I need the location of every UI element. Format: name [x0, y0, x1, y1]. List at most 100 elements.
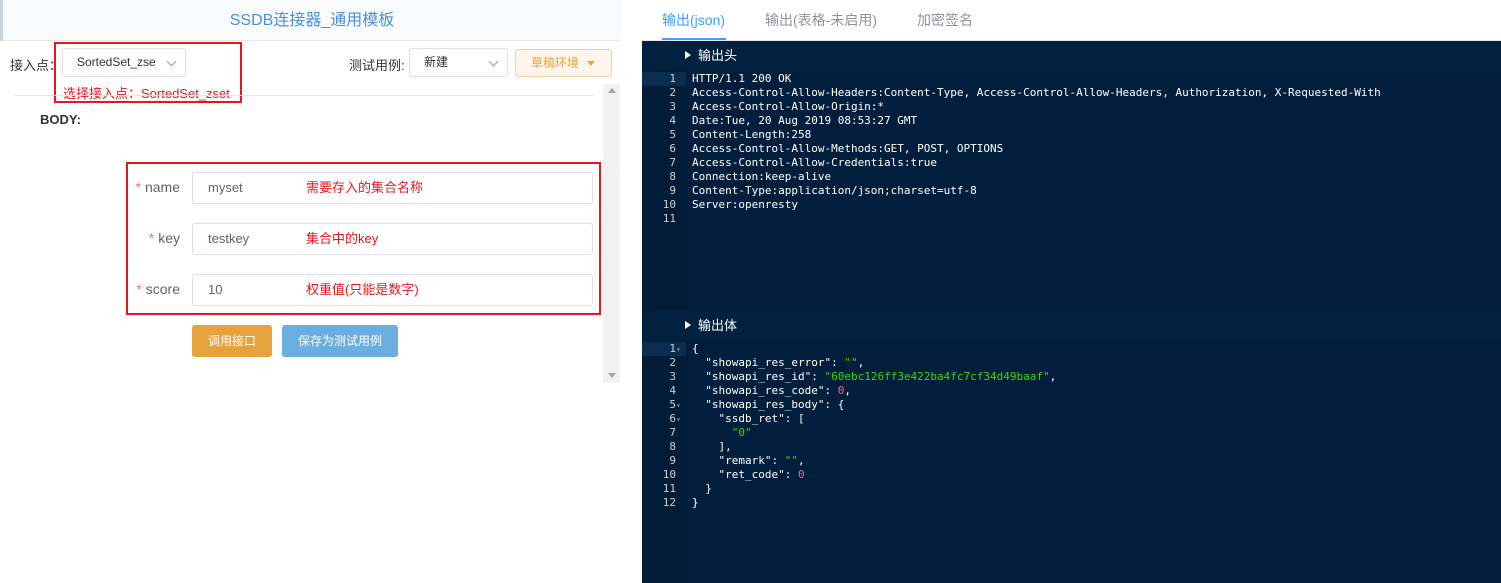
- panel-gap: [621, 0, 642, 583]
- form-highlight-box: [126, 162, 601, 315]
- code-line: 4 Date:Tue, 20 Aug 2019 08:53:27 GMT: [642, 114, 917, 128]
- output-tabs: 输出(json) 输出(表格-未启用) 加密签名: [642, 0, 1501, 41]
- code-text: "ssdb_ret": [: [718, 412, 805, 425]
- line-number: 12: [662, 496, 676, 509]
- triangle-right-icon: [685, 321, 691, 329]
- code-line: 2 Access-Control-Allow-Headers:Content-Ty…: [642, 86, 1380, 100]
- code-text: Date:Tue, 20 Aug 2019 08:53:27 GMT: [692, 114, 918, 127]
- scroll-down-icon[interactable]: [608, 373, 616, 378]
- tab-signature[interactable]: 加密签名: [917, 0, 973, 41]
- fold-toggle-icon[interactable]: ▾: [676, 413, 686, 427]
- line-number: 5: [669, 128, 676, 141]
- code-text: Content-Length:258: [692, 128, 812, 141]
- line-number: 7: [669, 426, 676, 439]
- test-case-select-value: 新建: [424, 55, 449, 69]
- code-line: 10 Server:openresty: [642, 198, 798, 212]
- code-text: {: [692, 342, 699, 355]
- active-tab-indicator: [662, 38, 726, 40]
- line-number: 8: [669, 440, 676, 453]
- code-line: 2 "showapi_res_error": "",: [642, 356, 864, 370]
- code-text: "remark": "",: [718, 454, 805, 467]
- output-body-code: 1▾{2 "showapi_res_error": "", 3 "showapi_…: [642, 342, 1056, 510]
- code-text: }: [705, 482, 712, 495]
- body-section-label: BODY:: [40, 112, 81, 127]
- code-text: Connection:keep-alive: [692, 170, 832, 183]
- output-body-editor[interactable]: 1▾{2 "showapi_res_error": "", 3 "showapi_…: [642, 341, 1501, 583]
- line-number: 4: [669, 384, 676, 397]
- environment-dropdown-button[interactable]: 草稿环境: [515, 49, 612, 77]
- code-line: 11 }: [642, 482, 712, 496]
- save-test-case-button[interactable]: 保存为测试用例: [282, 325, 398, 357]
- call-api-button[interactable]: 调用接口: [192, 325, 272, 357]
- line-number: 2: [669, 356, 676, 369]
- line-number: 11: [662, 482, 676, 495]
- code-text: "showapi_res_body": {: [705, 398, 845, 411]
- line-number: 3: [669, 100, 676, 113]
- fold-toggle-icon[interactable]: ▾: [676, 399, 686, 413]
- environment-button-label: 草稿环境: [531, 56, 580, 70]
- output-body-title: 输出体: [698, 318, 738, 333]
- code-line: 8 Connection:keep-alive: [642, 170, 831, 184]
- line-number: 9: [669, 184, 676, 197]
- scroll-up-icon[interactable]: [608, 88, 616, 93]
- code-text: Content-Type:application/json;charset=ut…: [692, 184, 977, 197]
- code-line: 9 "remark": "",: [642, 454, 804, 468]
- code-text: }: [692, 496, 699, 509]
- output-header-toggle[interactable]: 输出头: [642, 41, 1501, 71]
- code-text: "showapi_res_id": "60ebc126ff3e422ba4fc7…: [705, 370, 1057, 383]
- code-line: 4 "showapi_res_code": 0,: [642, 384, 851, 398]
- code-text: "0": [731, 426, 752, 439]
- code-line: 1 HTTP/1.1 200 OK: [642, 72, 791, 86]
- code-line: 1▾ {: [642, 342, 699, 357]
- line-number: 10: [662, 198, 676, 211]
- line-number: 1: [669, 72, 676, 85]
- line-number: 1: [669, 342, 676, 355]
- code-line: 5▾ "showapi_res_body": {: [642, 398, 844, 413]
- chevron-down-icon: [488, 56, 499, 67]
- code-line: 12}: [642, 496, 699, 510]
- line-number: 6: [669, 412, 676, 425]
- output-header-editor[interactable]: 1 HTTP/1.1 200 OK 2 Access-Control-Allow-He…: [642, 71, 1501, 312]
- scrollbar[interactable]: [603, 84, 620, 383]
- output-header-title: 输出头: [698, 48, 738, 63]
- caret-down-icon: [587, 61, 595, 66]
- tab-output-json[interactable]: 输出(json): [662, 0, 725, 41]
- code-line: 10 "ret_code": 0: [642, 468, 805, 482]
- fold-toggle-icon[interactable]: ▾: [676, 343, 686, 357]
- code-text: Server:openresty: [692, 198, 798, 211]
- line-number: 3: [669, 370, 676, 383]
- line-number: 10: [662, 468, 676, 481]
- code-text: Access-Control-Allow-Credentials:true: [692, 156, 938, 169]
- code-line: 11: [642, 212, 686, 226]
- triangle-right-icon: [685, 51, 691, 59]
- line-number: 8: [669, 170, 676, 183]
- code-text: "showapi_res_error": "",: [705, 356, 865, 369]
- code-line: 7 "0": [642, 426, 751, 440]
- code-line: 5 Content-Length:258: [642, 128, 811, 142]
- code-line: 3 "showapi_res_id": "60ebc126ff3e422ba4f…: [642, 370, 1056, 384]
- code-line: 9 Content-Type:application/json;charset=u…: [642, 184, 976, 198]
- test-case-select[interactable]: 新建: [409, 48, 508, 77]
- code-text: Access-Control-Allow-Headers:Content-Typ…: [692, 86, 1381, 99]
- code-line: 7 Access-Control-Allow-Credentials:true: [642, 156, 937, 170]
- output-header-code: 1 HTTP/1.1 200 OK 2 Access-Control-Allow-He…: [642, 72, 1381, 226]
- line-number: 9: [669, 454, 676, 467]
- code-line: 6 Access-Control-Allow-Methods:GET, POST,…: [642, 142, 1003, 156]
- line-number: 7: [669, 156, 676, 169]
- code-text: Access-Control-Allow-Origin:*: [692, 100, 885, 113]
- code-line: 8 ],: [642, 440, 731, 454]
- line-number: 5: [669, 398, 676, 411]
- endpoint-annotation: 选择接入点：SortedSet_zset: [63, 86, 230, 101]
- code-text: "ret_code": 0: [718, 468, 805, 481]
- tab-output-table[interactable]: 输出(表格-未启用): [765, 0, 877, 41]
- code-text: ],: [718, 440, 732, 453]
- line-number: 2: [669, 86, 676, 99]
- output-panel: 输出(json) 输出(表格-未启用) 加密签名 输出头 1 HTTP/1.1 2…: [642, 0, 1501, 583]
- divider: [14, 95, 594, 96]
- output-body-toggle[interactable]: 输出体: [642, 311, 1501, 341]
- line-number: 11: [662, 212, 676, 225]
- line-number: 4: [669, 114, 676, 127]
- code-text: HTTP/1.1 200 OK: [692, 72, 792, 85]
- panel-title: SSDB连接器_通用模板: [0, 0, 621, 41]
- code-line: 6▾ "ssdb_ret": [: [642, 412, 804, 427]
